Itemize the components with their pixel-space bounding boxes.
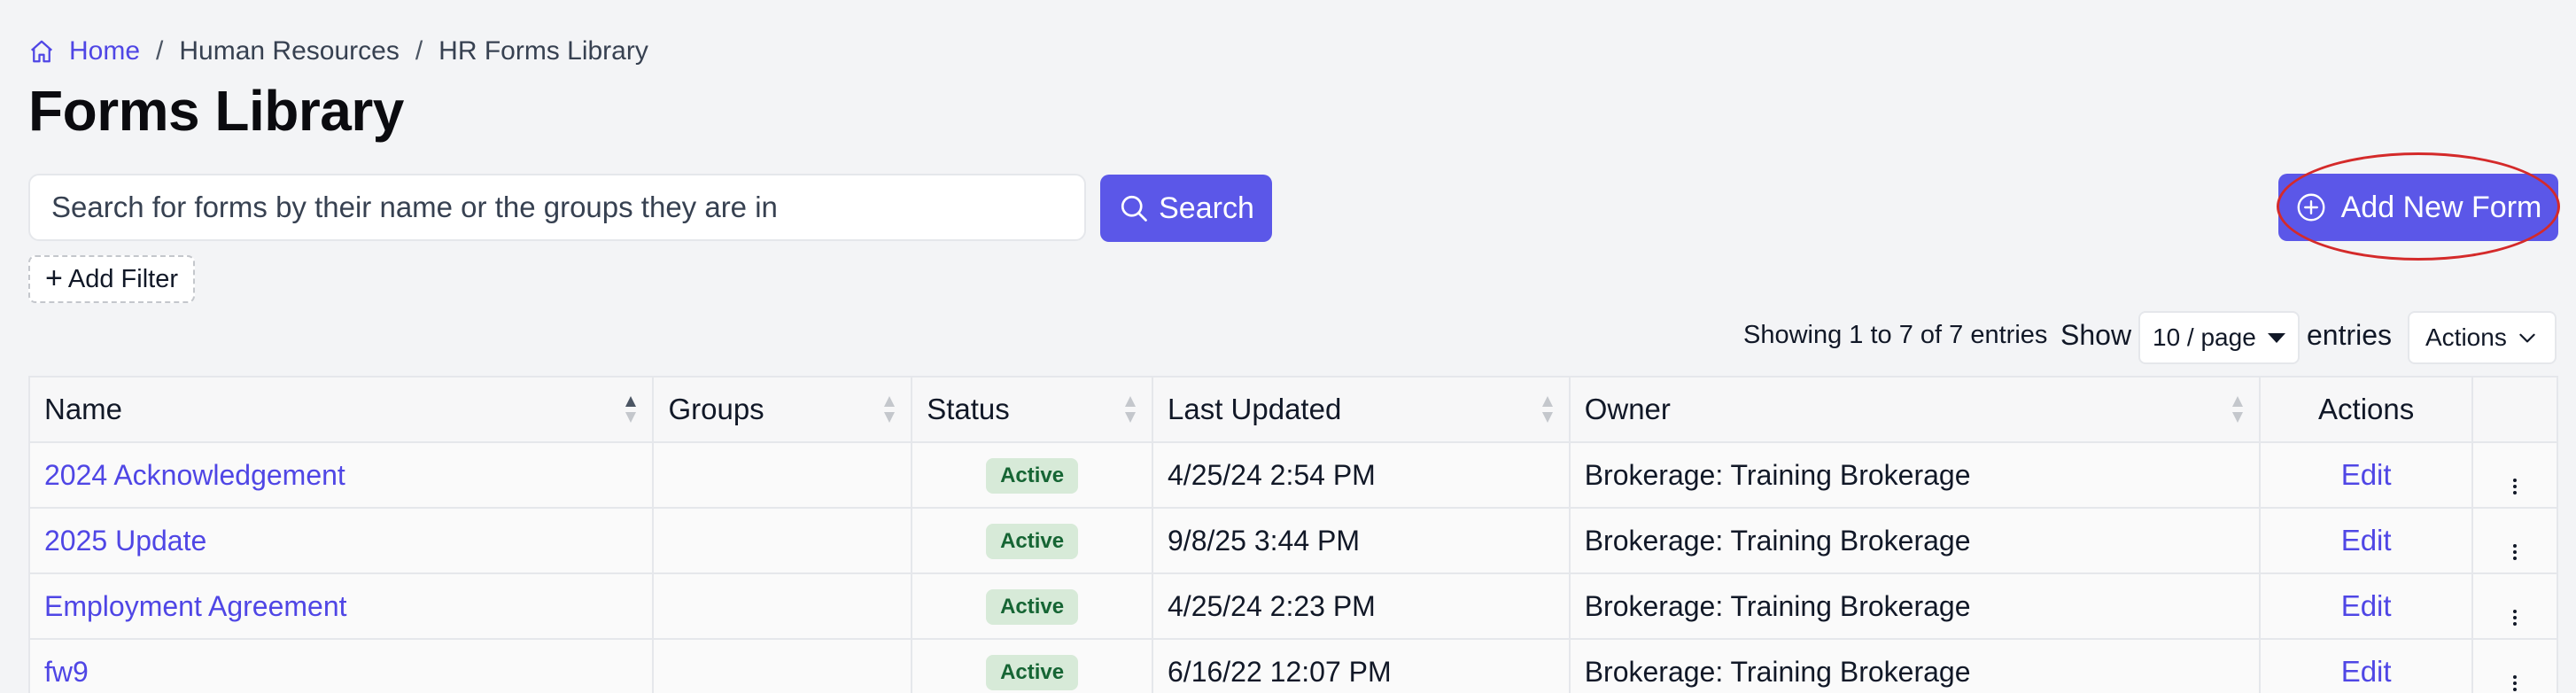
cell-status: Active [911,638,1153,693]
breadcrumb-separator: / [415,36,423,66]
column-header-owner-label: Owner [1584,393,1671,425]
chevron-down-icon [2519,333,2535,343]
status-badge: Active [986,655,1079,690]
edit-link[interactable]: Edit [2341,655,2392,688]
sort-icon [2232,396,2244,423]
home-icon [31,40,52,63]
table-row: Employment Agreement Active 4/25/24 2:23… [27,572,2558,640]
add-new-form-button[interactable]: Add New Form [2278,174,2558,241]
bulk-actions-dropdown[interactable]: Actions [2408,311,2557,364]
table-row: 2025 Update Active 9/8/25 3:44 PM Broker… [27,507,2558,574]
column-header-owner[interactable]: Owner [1568,376,2262,443]
row-menu-button[interactable] [2471,572,2558,640]
status-badge: Active [986,458,1079,494]
cell-last-updated: 9/8/25 3:44 PM [1152,507,1571,574]
row-menu-button[interactable] [2471,441,2558,509]
column-header-groups-label: Groups [668,393,764,425]
cell-groups [652,507,913,574]
add-new-form-label: Add New Form [2340,190,2542,224]
edit-link[interactable]: Edit [2341,589,2392,622]
search-button-label: Search [1159,191,1254,225]
page-size-select[interactable]: 10 / page [2138,311,2300,364]
cell-groups [652,572,913,640]
page: Home / Human Resources / HR Forms Librar… [0,0,2576,693]
cell-last-updated: 4/25/24 2:23 PM [1152,572,1571,640]
search-icon [1121,195,1147,222]
kebab-menu-icon [2513,674,2518,691]
caret-down-icon [2268,332,2285,343]
column-header-name-label: Name [44,393,123,425]
sort-ascending-icon [625,396,637,423]
table-row: 2024 Acknowledgement Active 4/25/24 2:54… [27,441,2558,509]
plus-circle-icon [2297,193,2325,222]
cell-owner: Brokerage: Training Brokerage [1568,441,2262,509]
column-header-last-updated[interactable]: Last Updated [1152,376,1571,443]
form-name-link[interactable]: Employment Agreement [44,590,347,622]
page-title: Forms Library [28,79,404,143]
kebab-menu-icon [2513,609,2518,626]
edit-link[interactable]: Edit [2341,458,2392,491]
add-filter-button[interactable]: + Add Filter [28,255,195,303]
page-size-value: 10 / page [2153,323,2256,351]
form-name-link[interactable]: fw9 [44,656,89,688]
cell-status: Active [911,507,1153,574]
form-name-link[interactable]: 2024 Acknowledgement [44,459,345,491]
column-header-actions-label: Actions [2318,393,2415,425]
cell-status: Active [911,572,1153,640]
sort-icon [1541,396,1553,423]
cell-actions: Edit [2259,507,2474,574]
breadcrumb-current: HR Forms Library [438,36,648,66]
cell-owner: Brokerage: Training Brokerage [1568,572,2262,640]
kebab-menu-icon [2513,478,2518,494]
cell-name: fw9 [27,638,655,693]
cell-last-updated: 4/25/24 2:54 PM [1152,441,1571,509]
edit-link[interactable]: Edit [2341,524,2392,557]
cell-status: Active [911,441,1153,509]
column-header-groups[interactable]: Groups [652,376,913,443]
add-filter-label: Add Filter [67,264,178,293]
sort-icon [1125,396,1136,423]
status-badge: Active [986,589,1079,625]
column-header-actions: Actions [2259,376,2474,443]
table-row: fw9 Active 6/16/22 12:07 PM Brokerage: T… [27,638,2558,693]
breadcrumb-section[interactable]: Human Resources [179,36,399,66]
row-menu-button[interactable] [2471,638,2558,693]
kebab-menu-icon [2513,543,2518,560]
breadcrumb: Home / Human Resources / HR Forms Librar… [28,34,648,69]
cell-groups [652,638,913,693]
sort-icon [884,396,896,423]
cell-name: Employment Agreement [27,572,655,640]
entries-label: entries [2307,319,2393,351]
cell-name: 2024 Acknowledgement [27,441,655,509]
cell-actions: Edit [2259,572,2474,640]
breadcrumb-separator: / [156,36,164,66]
plus-icon: + [45,261,63,295]
entries-summary: Showing 1 to 7 of 7 entries [1743,321,2048,349]
column-header-last-updated-label: Last Updated [1168,393,1342,425]
cell-groups [652,441,913,509]
show-label: Show [2060,319,2132,351]
breadcrumb-home-label: Home [69,36,141,66]
cell-last-updated: 6/16/22 12:07 PM [1152,638,1571,693]
column-header-status[interactable]: Status [911,376,1153,443]
column-header-menu [2471,376,2558,443]
forms-table: Name Groups Status Last Updated Owner Ac… [27,376,2558,693]
cell-owner: Brokerage: Training Brokerage [1568,507,2262,574]
search-input[interactable] [28,174,1086,241]
cell-actions: Edit [2259,441,2474,509]
breadcrumb-home[interactable]: Home [28,36,140,66]
column-header-status-label: Status [927,393,1010,425]
status-badge: Active [986,524,1079,559]
cell-name: 2025 Update [27,507,655,574]
form-name-link[interactable]: 2025 Update [44,525,206,557]
bulk-actions-label: Actions [2425,323,2507,351]
search-button[interactable]: Search [1100,175,1272,242]
row-menu-button[interactable] [2471,507,2558,574]
table-header-row: Name Groups Status Last Updated Owner Ac… [27,376,2558,443]
column-header-name[interactable]: Name [27,376,655,443]
cell-actions: Edit [2259,638,2474,693]
cell-owner: Brokerage: Training Brokerage [1568,638,2262,693]
